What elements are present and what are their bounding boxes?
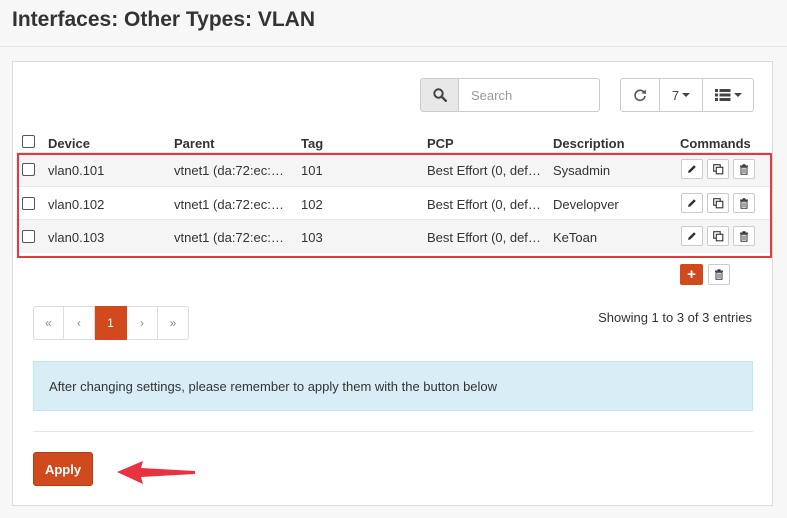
edit-pencil-icon xyxy=(688,232,696,240)
pagination-prev[interactable]: ‹ xyxy=(64,306,95,340)
cell-pcp: Best Effort (0, def… xyxy=(427,197,541,212)
clone-button[interactable] xyxy=(707,226,729,246)
pagination-last[interactable]: » xyxy=(158,306,189,340)
row-checkbox[interactable] xyxy=(22,163,35,176)
edit-pencil-icon xyxy=(688,199,696,207)
divider xyxy=(33,431,753,432)
cell-pcp: Best Effort (0, def… xyxy=(427,163,541,178)
chevron-down-icon xyxy=(682,93,691,97)
pagination-next[interactable]: › xyxy=(127,306,158,340)
page-title: Interfaces: Other Types: VLAN xyxy=(12,8,316,31)
cell-device: vlan0.101 xyxy=(48,163,105,178)
grid-toolbar: 7 xyxy=(620,78,754,112)
cell-description: Sysadmin xyxy=(553,163,611,178)
cell-device: vlan0.102 xyxy=(48,197,105,212)
cell-tag: 103 xyxy=(301,230,323,245)
cell-pcp: Best Effort (0, def… xyxy=(427,230,541,245)
search-icon xyxy=(432,88,447,102)
columns-list-icon xyxy=(714,89,730,101)
cell-parent: vtnet1 (da:72:ec:… xyxy=(174,197,284,212)
refresh-button[interactable] xyxy=(620,78,660,112)
vlan-panel: 7 Device Parent Tag PCP Description Comm… xyxy=(12,61,773,506)
column-header-pcp[interactable]: PCP xyxy=(427,136,454,151)
search-button[interactable] xyxy=(420,78,459,112)
column-selection-dropdown[interactable] xyxy=(703,78,754,112)
copy-icon xyxy=(712,197,723,208)
column-header-description[interactable]: Description xyxy=(553,136,625,151)
page-header: Interfaces: Other Types: VLAN xyxy=(0,0,787,47)
edit-button[interactable] xyxy=(681,193,703,213)
cell-device: vlan0.103 xyxy=(48,230,105,245)
cell-description: Developver xyxy=(553,197,619,212)
clone-button[interactable] xyxy=(707,159,729,179)
column-header-tag[interactable]: Tag xyxy=(301,136,323,151)
entries-info: Showing 1 to 3 of 3 entries xyxy=(598,310,752,325)
delete-button[interactable] xyxy=(733,226,755,246)
copy-icon xyxy=(712,163,723,174)
cell-tag: 101 xyxy=(301,163,323,178)
copy-icon xyxy=(712,230,723,241)
edit-button[interactable] xyxy=(681,226,703,246)
delete-selected-button[interactable] xyxy=(708,264,730,285)
row-checkbox[interactable] xyxy=(22,230,35,243)
refresh-icon xyxy=(634,89,646,102)
table-row: vlan0.103 vtnet1 (da:72:ec:… 103 Best Ef… xyxy=(16,219,770,253)
pagination-first[interactable]: « xyxy=(33,306,64,340)
rows-per-page-value: 7 xyxy=(671,87,680,103)
cell-description: KeToan xyxy=(553,230,598,245)
arrow-left-icon xyxy=(117,461,195,484)
trash-icon xyxy=(740,163,748,175)
edit-button[interactable] xyxy=(681,159,703,179)
delete-button[interactable] xyxy=(733,159,755,179)
edit-pencil-icon xyxy=(688,165,696,173)
column-header-parent[interactable]: Parent xyxy=(174,136,214,151)
row-checkbox[interactable] xyxy=(22,197,35,210)
add-button[interactable]: + xyxy=(680,264,703,285)
apply-button[interactable]: Apply xyxy=(33,452,93,486)
select-all-checkbox[interactable] xyxy=(22,135,35,148)
cell-parent: vtnet1 (da:72:ec:… xyxy=(174,230,284,245)
trash-icon xyxy=(740,230,748,242)
search-group xyxy=(420,78,600,112)
clone-button[interactable] xyxy=(707,193,729,213)
search-input[interactable] xyxy=(459,78,600,112)
cell-tag: 102 xyxy=(301,197,323,212)
table-row: vlan0.102 vtnet1 (da:72:ec:… 102 Best Ef… xyxy=(16,186,770,220)
pagination: « ‹ 1 › » xyxy=(33,306,189,340)
rows-per-page-dropdown[interactable]: 7 xyxy=(660,78,703,112)
table-header: Device Parent Tag PCP Description Comman… xyxy=(13,128,773,152)
pagination-page-1[interactable]: 1 xyxy=(95,306,127,340)
trash-icon xyxy=(715,269,723,280)
plus-icon: + xyxy=(687,266,696,283)
apply-reminder-alert: After changing settings, please remember… xyxy=(33,361,753,411)
column-header-commands: Commands xyxy=(680,136,751,151)
table-row: vlan0.101 vtnet1 (da:72:ec:… 101 Best Ef… xyxy=(16,152,770,186)
trash-icon xyxy=(740,197,748,209)
chevron-down-icon xyxy=(733,93,742,97)
delete-button[interactable] xyxy=(733,193,755,213)
cell-parent: vtnet1 (da:72:ec:… xyxy=(174,163,284,178)
column-header-device[interactable]: Device xyxy=(48,136,90,151)
